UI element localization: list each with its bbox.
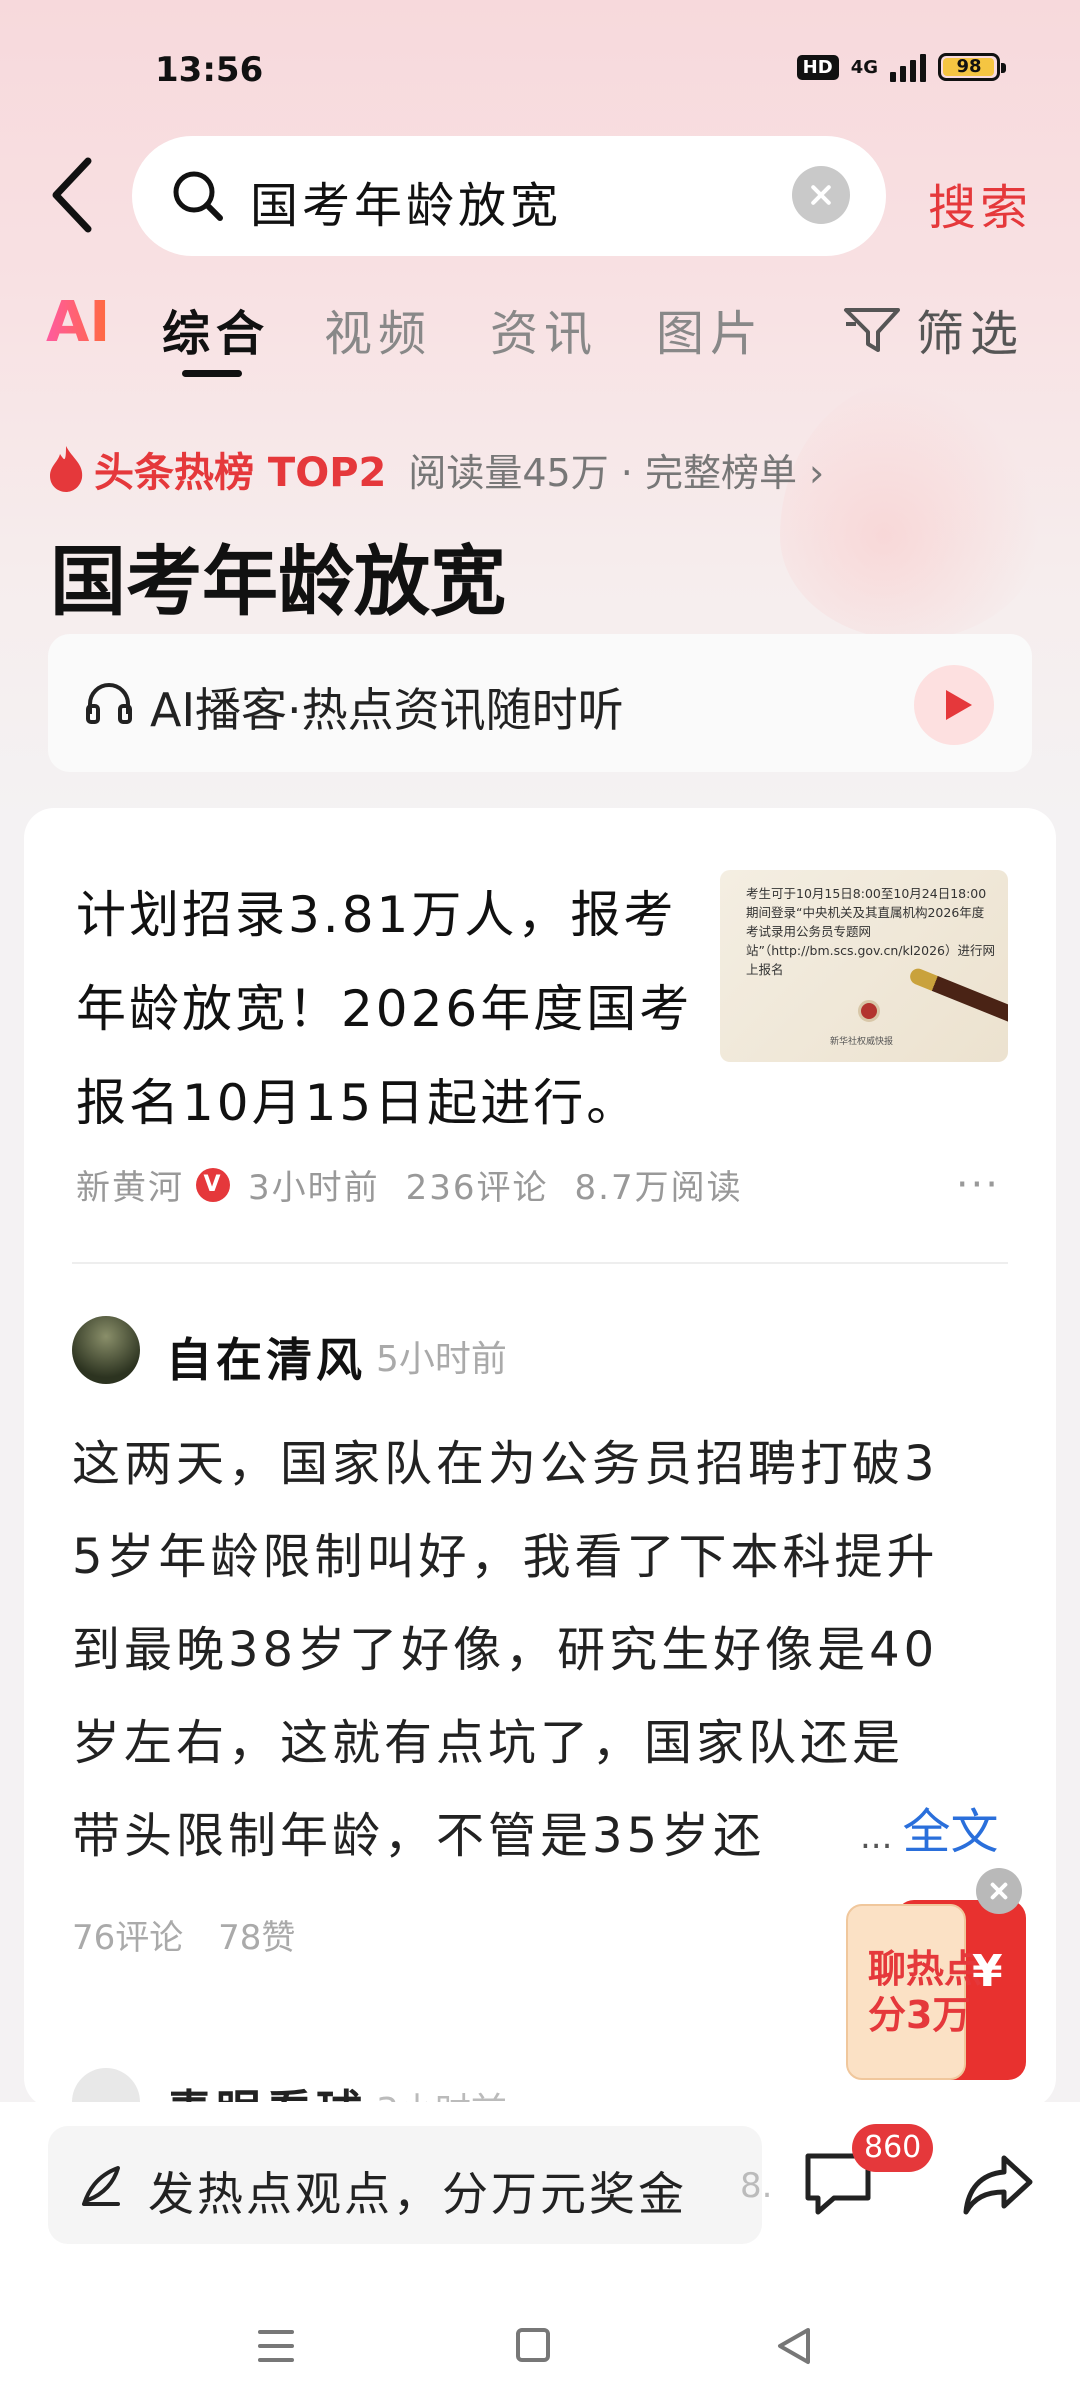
verified-badge: V — [196, 1167, 230, 1202]
play-icon[interactable] — [914, 665, 994, 745]
search-input[interactable]: 国考年龄放宽 — [132, 136, 886, 256]
home-icon[interactable] — [516, 2328, 550, 2362]
red-packet-promo[interactable]: 聊热点 分3万 ¥ — [846, 1868, 1026, 2082]
podcast-label: AI播客·热点资讯随时听 — [150, 683, 624, 737]
status-time: 13:56 — [155, 50, 264, 90]
article-title[interactable]: 计划招录3.81万人，报考年龄放宽！2026年度国考报名10月15日起进行。 — [76, 868, 716, 1150]
post-likes[interactable]: 78赞 — [218, 1918, 295, 1958]
packet-line-1: 聊热点 — [868, 1947, 983, 1991]
menu-icon[interactable] — [258, 2330, 294, 2372]
article-source[interactable]: 新黄河 — [76, 1160, 184, 1209]
post-comments[interactable]: 76评论 — [72, 1918, 183, 1958]
fire-icon — [50, 446, 83, 492]
pen-icon — [82, 2166, 120, 2206]
article-reads: 8.7万阅读 — [574, 1168, 743, 1208]
thumbnail-caption: 新华社权威快报 — [830, 1037, 894, 1047]
back-button[interactable] — [48, 155, 108, 235]
ai-podcast-banner[interactable]: AI播客·热点资讯随时听 — [48, 634, 1032, 772]
share-icon[interactable] — [960, 2150, 1036, 2220]
packet-front: 聊热点 分3万 — [846, 1904, 982, 2080]
filter-button[interactable]: 筛选 — [842, 294, 1024, 364]
network-label: 4G — [850, 56, 878, 78]
thumbnail-text: 考生可于10月15日8:00至10月24日18:00期间登录“中央机关及其直属机… — [746, 886, 995, 977]
nav-back-icon[interactable] — [776, 2326, 812, 2366]
headphones-icon — [86, 683, 132, 724]
tab-ai[interactable]: AI — [46, 290, 110, 355]
close-icon[interactable] — [976, 1868, 1022, 1914]
post-meta: 76评论 78赞 — [72, 1910, 295, 1959]
hd-icon: HD — [796, 54, 839, 80]
signal-icon — [890, 52, 926, 82]
hot-rank-meta: 阅读量45万 · 完整榜单 › — [408, 450, 825, 495]
post-author[interactable]: 自在清风 — [166, 1324, 366, 1390]
full-text-label: 全文 — [902, 1804, 999, 1860]
search-query: 国考年龄放宽 — [250, 178, 563, 234]
packet-text: 聊热点 分3万 — [868, 1946, 982, 2038]
battery-percent: 98 — [956, 56, 982, 77]
system-nav-bar — [0, 2320, 1080, 2400]
tab-images[interactable]: 图片 — [656, 294, 764, 364]
post-line: 岁左右，这就有点坑了，国家队还是 — [72, 1715, 905, 1771]
filter-icon — [844, 308, 900, 352]
post-line: 到最晚38岁了好像，研究生好像是40 — [72, 1622, 939, 1678]
search-icon — [173, 171, 223, 221]
search-button[interactable]: 搜索 — [928, 168, 1032, 238]
avatar[interactable] — [72, 1316, 140, 1384]
article-time: 3小时前 — [248, 1168, 380, 1208]
ellipsis: ... — [860, 1817, 893, 1857]
tab-general[interactable]: 综合 — [162, 294, 270, 364]
article-thumbnail[interactable]: 考生可于10月15日8:00至10月24日18:00期间登录“中央机关及其直属机… — [720, 870, 1008, 1062]
yen-icon: ¥ — [972, 1946, 1003, 1997]
tab-video[interactable]: 视频 — [324, 294, 432, 364]
read-full-link[interactable]: ... 全文 — [860, 1792, 998, 1862]
status-icons: HD 4G 98 — [796, 52, 1006, 82]
divider — [72, 1262, 1008, 1264]
article-comments: 236评论 — [405, 1168, 549, 1208]
topic-title: 国考年龄放宽 — [50, 537, 506, 626]
status-bar: 13:56 HD 4G 98 — [0, 0, 1080, 140]
compose-input[interactable]: 发热点观点，分万元奖金 8. — [48, 2126, 772, 2244]
post-line: 5岁年龄限制叫好，我看了下本科提升 — [72, 1529, 939, 1585]
packet-line-2: 分3万 — [868, 1993, 971, 2037]
tab-bar: AI 综合 视频 资讯 图片 筛选 — [0, 290, 1080, 380]
active-tab-indicator — [182, 370, 242, 377]
clear-icon[interactable] — [792, 166, 850, 224]
bottom-bar: 发热点观点，分万元奖金 8. 860 — [0, 2102, 1080, 2400]
tab-news[interactable]: 资讯 — [490, 294, 598, 364]
article-meta: 新黄河 V 3小时前 236评论 8.7万阅读 — [76, 1160, 743, 1209]
hot-rank-link[interactable]: 头条热榜 TOP2 阅读量45万 · 完整榜单 › — [46, 440, 824, 498]
filter-label: 筛选 — [916, 306, 1025, 362]
more-icon[interactable]: ··· — [956, 1162, 1000, 1208]
post-time: 5小时前 — [376, 1339, 507, 1380]
compose-placeholder: 发热点观点，分万元奖金 — [148, 2167, 687, 2221]
hot-rank-label: 头条热榜 TOP2 — [94, 450, 387, 496]
seal-icon — [858, 1000, 880, 1022]
post-line: 这两天，国家队在为公务员招聘打破3 — [72, 1436, 939, 1492]
back-icon — [52, 157, 92, 233]
battery-icon: 98 — [938, 53, 1006, 81]
compose-extra: 8. — [740, 2166, 773, 2206]
comment-count-badge: 860 — [852, 2124, 934, 2172]
